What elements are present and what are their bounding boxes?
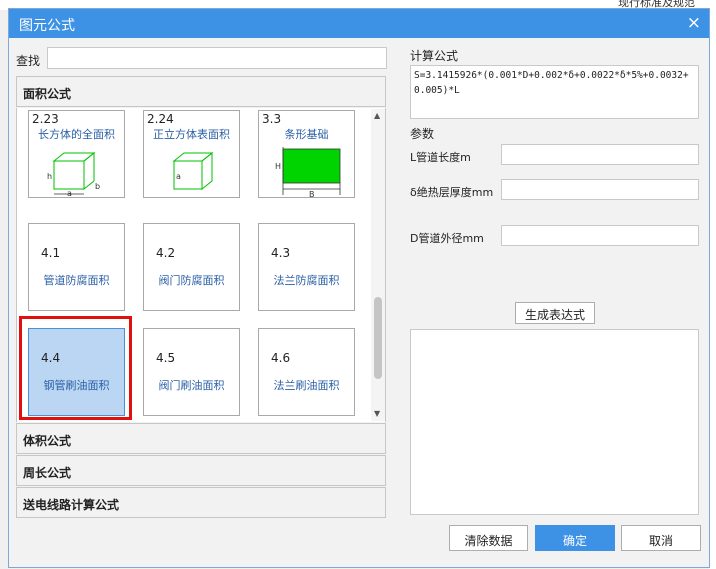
card-name: 法兰防腐面积 [273, 274, 340, 287]
card-4-5[interactable]: 4.5 阀门刷油面积 [143, 328, 240, 416]
cube-diagram: a [172, 151, 214, 191]
card-number: 4.5 [156, 351, 176, 365]
selection-highlight-frame [19, 316, 132, 420]
section-volume-formula[interactable]: 体积公式 [16, 423, 386, 454]
diagram-label-b: b [95, 182, 100, 191]
param-length-label: L管道长度m [410, 151, 471, 164]
card-name: 法兰刷油面积 [273, 379, 340, 392]
param-diameter-input[interactable] [501, 225, 699, 246]
card-panel-scrollbar[interactable]: ▲ ▼ [371, 109, 385, 421]
section-transmission-formula[interactable]: 送电线路计算公式 [16, 487, 386, 518]
diagram-label-B: B [309, 190, 315, 199]
card-4-1[interactable]: 4.1 管道防腐面积 [28, 223, 125, 311]
card-2-23[interactable]: 2.23 长方体的全面积 h a b [28, 110, 125, 198]
card-name: 阀门防腐面积 [158, 274, 225, 287]
card-name: 管道防腐面积 [43, 274, 110, 287]
diagram-label-a: a [67, 189, 72, 198]
scroll-down-icon[interactable]: ▼ [374, 409, 380, 418]
card-2-24[interactable]: 2.24 正立方体表面积 a [143, 110, 240, 198]
formula-label: 计算公式 [410, 49, 459, 63]
ok-button[interactable]: 确定 [535, 525, 615, 551]
section-perimeter-formula[interactable]: 周长公式 [16, 455, 386, 486]
card-4-2[interactable]: 4.2 阀门防腐面积 [143, 223, 240, 311]
cancel-button[interactable]: 取消 [621, 525, 701, 551]
cuboid-diagram: h a b [47, 151, 100, 198]
strip-foundation-diagram: H B [275, 147, 341, 199]
card-number: 4.6 [271, 351, 291, 365]
param-diameter-label: D管道外径mm [410, 232, 484, 245]
search-input[interactable] [47, 47, 387, 69]
scroll-thumb[interactable] [374, 297, 382, 379]
param-length-input[interactable] [501, 144, 699, 165]
generate-expression-button[interactable]: 生成表达式 [515, 302, 595, 324]
card-4-6[interactable]: 4.6 法兰刷油面积 [258, 328, 355, 416]
card-number: 2.23 [32, 112, 59, 126]
formula-dialog: 图元公式 × 查找 面积公式 2.23 长方体的全面积 h a b 2.24 正… [8, 8, 710, 568]
background-window-edge [709, 0, 716, 569]
scroll-up-icon[interactable]: ▲ [374, 111, 380, 120]
card-number: 4.2 [156, 246, 176, 260]
card-number: 2.24 [147, 112, 174, 126]
param-thickness-label: δ绝热层厚度mm [410, 186, 494, 199]
section-area-formula[interactable]: 面积公式 [16, 76, 386, 107]
close-icon[interactable]: × [687, 13, 701, 33]
diagram-label-h: h [47, 172, 52, 181]
card-number: 3.3 [262, 112, 282, 126]
title-bar[interactable]: 图元公式 × [9, 9, 709, 38]
card-number: 4.1 [41, 246, 61, 260]
param-thickness-input[interactable] [501, 179, 699, 200]
card-3-3[interactable]: 3.3 条形基础 H B [258, 110, 355, 199]
search-label: 查找 [16, 54, 41, 68]
expression-output[interactable] [410, 329, 699, 515]
card-name: 阀门刷油面积 [158, 379, 225, 392]
card-4-3[interactable]: 4.3 法兰防腐面积 [258, 223, 355, 311]
clear-data-button[interactable]: 清除数据 [449, 525, 528, 551]
diagram-label-H: H [275, 162, 281, 171]
dialog-title: 图元公式 [19, 18, 75, 34]
diagram-label-a: a [176, 172, 181, 181]
formula-textarea[interactable]: S=3.1415926*(0.001*D+0.002*δ+0.0022*δ*5%… [410, 65, 699, 119]
card-number: 4.3 [271, 246, 291, 260]
params-label: 参数 [410, 127, 435, 141]
